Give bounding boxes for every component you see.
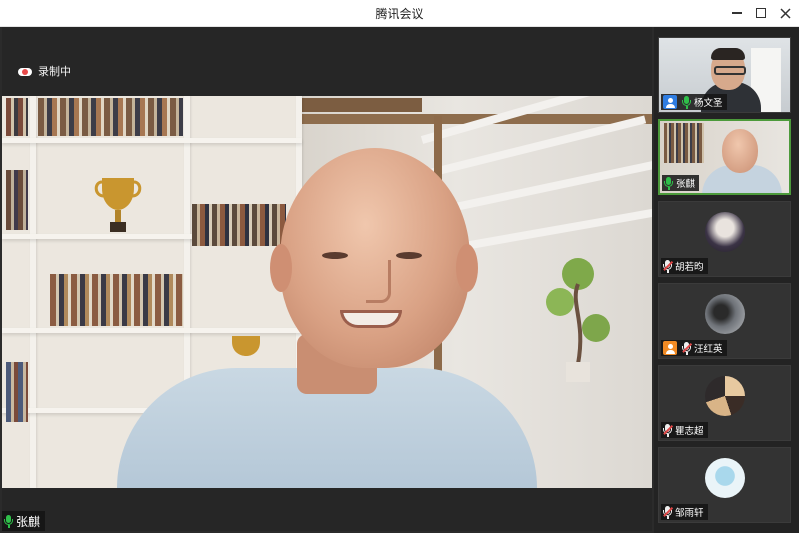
participant-tile[interactable]: 胡若昀	[658, 201, 791, 277]
microphone-icon	[664, 176, 673, 190]
speaker-name-tag: 张麒	[2, 511, 46, 531]
speaker-video-feed	[2, 96, 652, 488]
microphone-muted-icon	[663, 259, 672, 273]
close-icon	[779, 7, 791, 19]
avatar	[705, 376, 745, 416]
participant-name: 张麒	[676, 179, 696, 190]
avatar	[705, 458, 745, 498]
speaker-name: 张麒	[16, 514, 41, 529]
host-icon	[663, 95, 677, 109]
microphone-muted-icon	[682, 341, 691, 355]
participant-tile[interactable]: 瞿志超	[658, 365, 791, 441]
recording-indicator: 录制中	[18, 63, 71, 79]
avatar	[705, 294, 745, 334]
recording-label: 录制中	[38, 65, 71, 78]
participant-label: 邹雨轩	[661, 504, 708, 520]
window-title: 腾讯会议	[375, 7, 424, 21]
participant-sidebar: 杨文圣 张麒 胡若昀 汪红英 瞿志超 邹雨轩	[654, 27, 799, 533]
participant-name: 邹雨轩	[675, 508, 704, 519]
maximize-icon	[756, 8, 766, 18]
participant-name: 杨文圣	[694, 98, 723, 109]
cohost-icon	[663, 341, 677, 355]
recording-cloud-icon	[18, 66, 32, 76]
minimize-icon	[732, 12, 742, 14]
participant-label: 瞿志超	[661, 422, 708, 438]
participant-name: 瞿志超	[675, 426, 704, 437]
microphone-muted-icon	[663, 505, 672, 519]
participant-label: 汪红英	[661, 340, 727, 356]
microphone-icon	[682, 95, 691, 109]
participant-label: 张麒	[662, 175, 700, 191]
microphone-icon	[4, 514, 13, 528]
main-video[interactable]: 录制中 张麒	[2, 27, 652, 531]
participant-label: 杨文圣	[661, 94, 727, 110]
participant-tile-active[interactable]: 张麒	[658, 119, 791, 195]
participant-label: 胡若昀	[661, 258, 708, 274]
title-bar: 腾讯会议	[0, 0, 799, 27]
maximize-button[interactable]	[750, 2, 772, 24]
participant-name: 汪红英	[694, 344, 723, 355]
minimize-button[interactable]	[726, 2, 748, 24]
participant-tile[interactable]: 汪红英	[658, 283, 791, 359]
avatar	[705, 212, 745, 252]
microphone-muted-icon	[663, 423, 672, 437]
close-button[interactable]	[774, 2, 796, 24]
participant-name: 胡若昀	[675, 262, 704, 273]
participant-tile[interactable]: 杨文圣	[658, 37, 791, 113]
participant-tile[interactable]: 邹雨轩	[658, 447, 791, 523]
